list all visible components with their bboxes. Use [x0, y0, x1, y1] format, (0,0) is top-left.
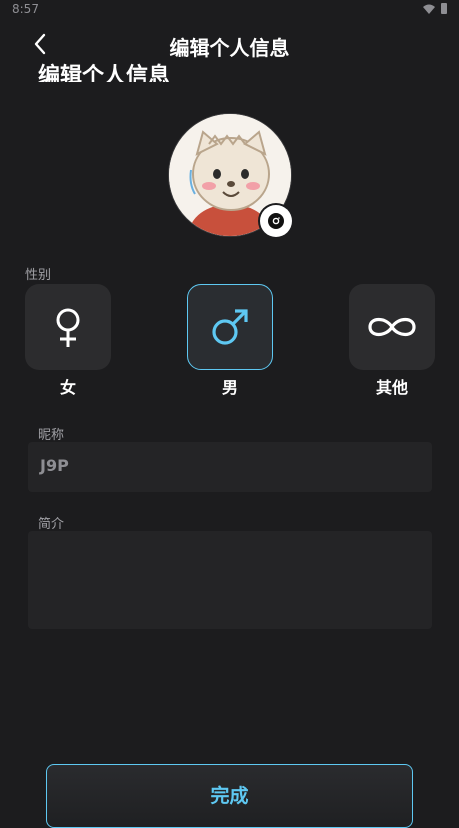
- bio-input[interactable]: [28, 531, 432, 629]
- nickname-value: J9P: [40, 456, 69, 475]
- gender-option-other-label: 其他: [375, 378, 408, 397]
- camera-icon: [268, 213, 284, 229]
- status-time: 8:57: [12, 2, 39, 16]
- nickname-input[interactable]: J9P: [28, 442, 432, 492]
- male-icon: [212, 309, 248, 345]
- bio-label: 简介: [38, 517, 65, 532]
- change-avatar-button[interactable]: [260, 205, 292, 237]
- gender-label: 性别: [25, 268, 52, 283]
- scrolled-title: 编辑个人信息: [38, 64, 171, 82]
- done-button[interactable]: 完成: [46, 764, 413, 828]
- avatar-section[interactable]: [168, 113, 292, 237]
- female-icon: [56, 308, 80, 347]
- gender-option-male[interactable]: [187, 284, 273, 370]
- gender-option-male-label: 男: [221, 378, 238, 397]
- wifi-icon: [423, 4, 435, 14]
- status-icons: [423, 3, 447, 14]
- done-button-label: 完成: [210, 784, 249, 807]
- infinity-icon: [368, 317, 416, 337]
- battery-icon: [441, 3, 447, 14]
- page-title: 编辑个人信息: [169, 36, 290, 60]
- nickname-label: 昵称: [38, 428, 65, 443]
- gender-option-female-label: 女: [59, 378, 76, 397]
- gender-option-female[interactable]: [25, 284, 111, 370]
- gender-option-other[interactable]: [349, 284, 435, 370]
- status-bar: 8:57: [0, 0, 459, 20]
